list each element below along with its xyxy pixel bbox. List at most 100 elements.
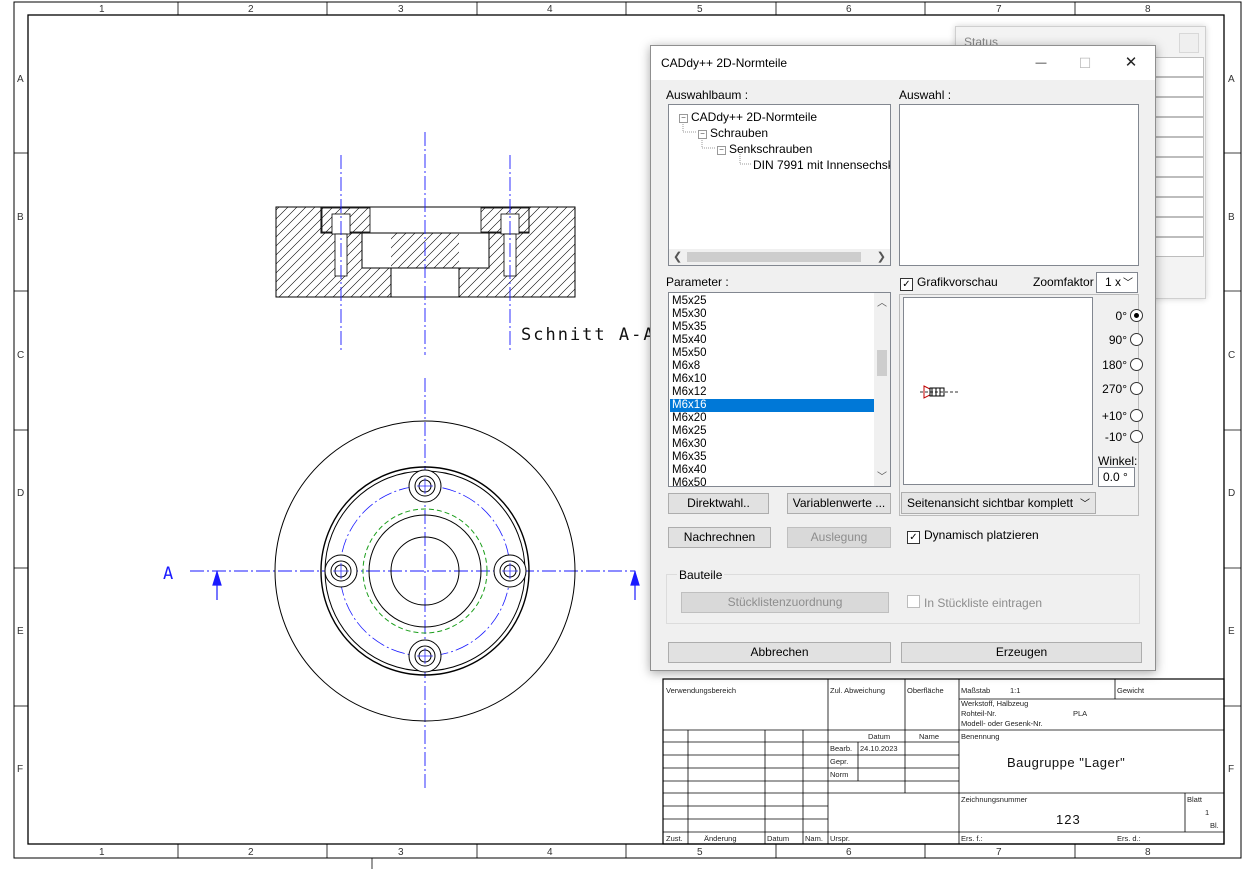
radio-icon[interactable] bbox=[1130, 382, 1143, 395]
title-block[interactable] bbox=[662, 678, 1225, 845]
abbrechen-button[interactable]: Abbrechen bbox=[668, 642, 891, 663]
tb-nam: Nam. bbox=[805, 834, 823, 843]
list-item[interactable]: M6x10 bbox=[670, 373, 875, 386]
checkbox-icon[interactable] bbox=[907, 595, 920, 608]
in-stueckliste-checkbox[interactable]: In Stückliste eintragen bbox=[907, 595, 1042, 610]
zone-col-label: 6 bbox=[846, 847, 852, 858]
zone-labels-top: 1 2 3 4 5 6 7 8 bbox=[99, 4, 1151, 15]
zoomfaktor-select[interactable]: 1 x ﹀ bbox=[1096, 272, 1138, 293]
auswahl-list[interactable] bbox=[899, 104, 1139, 266]
top-view[interactable]: A bbox=[163, 378, 640, 790]
list-item[interactable]: M5x30 bbox=[670, 308, 875, 321]
radio-icon[interactable] bbox=[1130, 358, 1143, 371]
radio-icon[interactable] bbox=[1130, 409, 1143, 422]
zone-row-label: D bbox=[1228, 488, 1235, 499]
list-item[interactable]: M6x35 bbox=[670, 451, 875, 464]
angle-radio-180[interactable]: 180° bbox=[1091, 357, 1143, 373]
dynamisch-checkbox[interactable]: ✓ Dynamisch platzieren bbox=[907, 528, 1039, 544]
list-item[interactable]: M6x8 bbox=[670, 360, 875, 373]
tb-aenderung: Änderung bbox=[704, 834, 737, 843]
scroll-left-icon[interactable]: ❮ bbox=[673, 250, 682, 263]
list-item[interactable]: M5x25 bbox=[670, 295, 875, 308]
radio-icon[interactable] bbox=[1130, 430, 1143, 443]
in-stueckliste-label: In Stückliste eintragen bbox=[924, 596, 1043, 610]
angle-label: 0° bbox=[1115, 309, 1127, 323]
zone-col-label: 8 bbox=[1145, 847, 1151, 858]
angle-label: -10° bbox=[1104, 430, 1127, 444]
tree-hscrollbar[interactable]: ❮ ❯ bbox=[669, 249, 890, 265]
section-label: Schnitt A-A bbox=[521, 325, 656, 345]
hole-centerlines bbox=[333, 478, 518, 664]
preview-canvas[interactable] bbox=[903, 297, 1093, 485]
zone-col-label: 1 bbox=[99, 847, 105, 858]
angle-radio-270[interactable]: 270° bbox=[1091, 381, 1143, 397]
nachrechnen-button[interactable]: Nachrechnen bbox=[668, 527, 771, 548]
tb-blatt: Blatt bbox=[1187, 795, 1203, 804]
drawing-number: 123 bbox=[1056, 812, 1081, 827]
checkbox-icon[interactable]: ✓ bbox=[907, 531, 920, 544]
zone-col-label: 4 bbox=[547, 847, 553, 858]
scroll-down-icon[interactable]: ﹀ bbox=[877, 468, 887, 483]
direktwahl-button[interactable]: Direktwahl.. bbox=[668, 493, 769, 514]
section-view[interactable]: Schnitt A-A bbox=[275, 132, 656, 355]
auslegung-button[interactable]: Auslegung bbox=[787, 527, 891, 548]
scroll-up-icon[interactable]: ︿ bbox=[877, 294, 887, 309]
dialog-title: CADdy++ 2D-Normteile bbox=[661, 56, 788, 70]
angle-label: 180° bbox=[1102, 358, 1127, 372]
zone-row-label: E bbox=[1228, 626, 1235, 637]
list-item-selected[interactable]: M6x16 bbox=[670, 399, 875, 412]
normteile-dialog[interactable]: CADdy++ 2D-Normteile — ☐ ✕ Auswahlbaum :… bbox=[650, 45, 1156, 671]
stuecklistenzuordnung-button[interactable]: Stücklistenzuordnung bbox=[681, 592, 889, 613]
list-item[interactable]: M5x40 bbox=[670, 334, 875, 347]
dynamisch-label: Dynamisch platzieren bbox=[924, 528, 1039, 542]
list-item[interactable]: M5x50 bbox=[670, 347, 875, 360]
auswahl-label: Auswahl : bbox=[899, 88, 952, 102]
zone-col-label: 2 bbox=[248, 847, 254, 858]
view-mode-select[interactable]: Seitenansicht sichtbar komplett ﹀ bbox=[901, 492, 1096, 514]
checkbox-icon[interactable]: ✓ bbox=[900, 278, 913, 291]
close-button[interactable]: ✕ bbox=[1109, 50, 1153, 76]
angle-label: 90° bbox=[1108, 333, 1127, 347]
minimize-button[interactable]: — bbox=[1019, 50, 1063, 76]
angle-label: +10° bbox=[1101, 409, 1127, 423]
tb-bearb-datum: 24.10.2023 bbox=[860, 744, 898, 753]
dialog-titlebar[interactable]: CADdy++ 2D-Normteile — ☐ ✕ bbox=[651, 46, 1155, 80]
angle-radio-90[interactable]: 90° bbox=[1091, 332, 1143, 348]
tb-urspr: Urspr. bbox=[830, 834, 850, 843]
zone-col-label: 7 bbox=[996, 4, 1002, 15]
list-item[interactable]: M6x50 bbox=[670, 477, 875, 486]
radio-icon[interactable] bbox=[1130, 309, 1143, 322]
tb-datum2: Datum bbox=[767, 834, 789, 843]
list-item[interactable]: M5x35 bbox=[670, 321, 875, 334]
zone-col-label: 7 bbox=[996, 847, 1002, 858]
list-item[interactable]: M6x40 bbox=[670, 464, 875, 477]
zone-row-label: A bbox=[1228, 74, 1235, 85]
zone-labels-left: A B C D E F bbox=[17, 74, 24, 775]
zone-labels-right: A B C D E F bbox=[1228, 74, 1235, 775]
angle-radio-minus10[interactable]: -10° bbox=[1091, 429, 1143, 445]
status-close-button[interactable] bbox=[1179, 33, 1199, 53]
grafikvorschau-checkbox[interactable]: ✓ Grafikvorschau bbox=[900, 275, 998, 291]
list-item[interactable]: M6x20 bbox=[670, 412, 875, 425]
list-item[interactable]: M6x12 bbox=[670, 386, 875, 399]
scroll-thumb[interactable] bbox=[877, 350, 887, 376]
tb-verwendungsbereich: Verwendungsbereich bbox=[666, 686, 736, 695]
zone-col-label: 4 bbox=[547, 4, 553, 15]
angle-radio-0[interactable]: 0° bbox=[1091, 308, 1143, 324]
scroll-thumb[interactable] bbox=[687, 252, 861, 262]
angle-radio-plus10[interactable]: +10° bbox=[1091, 408, 1143, 424]
list-item[interactable]: M6x25 bbox=[670, 425, 875, 438]
tb-ers-f: Ers. f.: bbox=[961, 834, 983, 843]
parameter-vscrollbar[interactable]: ︿ ﹀ bbox=[874, 293, 890, 486]
list-item[interactable]: M6x30 bbox=[670, 438, 875, 451]
selection-tree[interactable]: − CADdy++ 2D-Normteile − Schrauben − Senksc… bbox=[668, 104, 891, 266]
parameter-list[interactable]: M5x25 M5x30 M5x35 M5x40 M5x50 M6x8 M6x10… bbox=[668, 292, 891, 487]
scroll-right-icon[interactable]: ❯ bbox=[877, 250, 886, 263]
tb-bl: Bl. bbox=[1210, 821, 1219, 830]
variablenwerte-button[interactable]: Variablenwerte ... bbox=[787, 493, 891, 514]
chevron-down-icon: ﹀ bbox=[1123, 278, 1133, 289]
radio-icon[interactable] bbox=[1130, 333, 1143, 346]
erzeugen-button[interactable]: Erzeugen bbox=[901, 642, 1142, 663]
maximize-button[interactable]: ☐ bbox=[1063, 50, 1107, 76]
winkel-input[interactable]: 0.0 ° bbox=[1098, 467, 1135, 487]
